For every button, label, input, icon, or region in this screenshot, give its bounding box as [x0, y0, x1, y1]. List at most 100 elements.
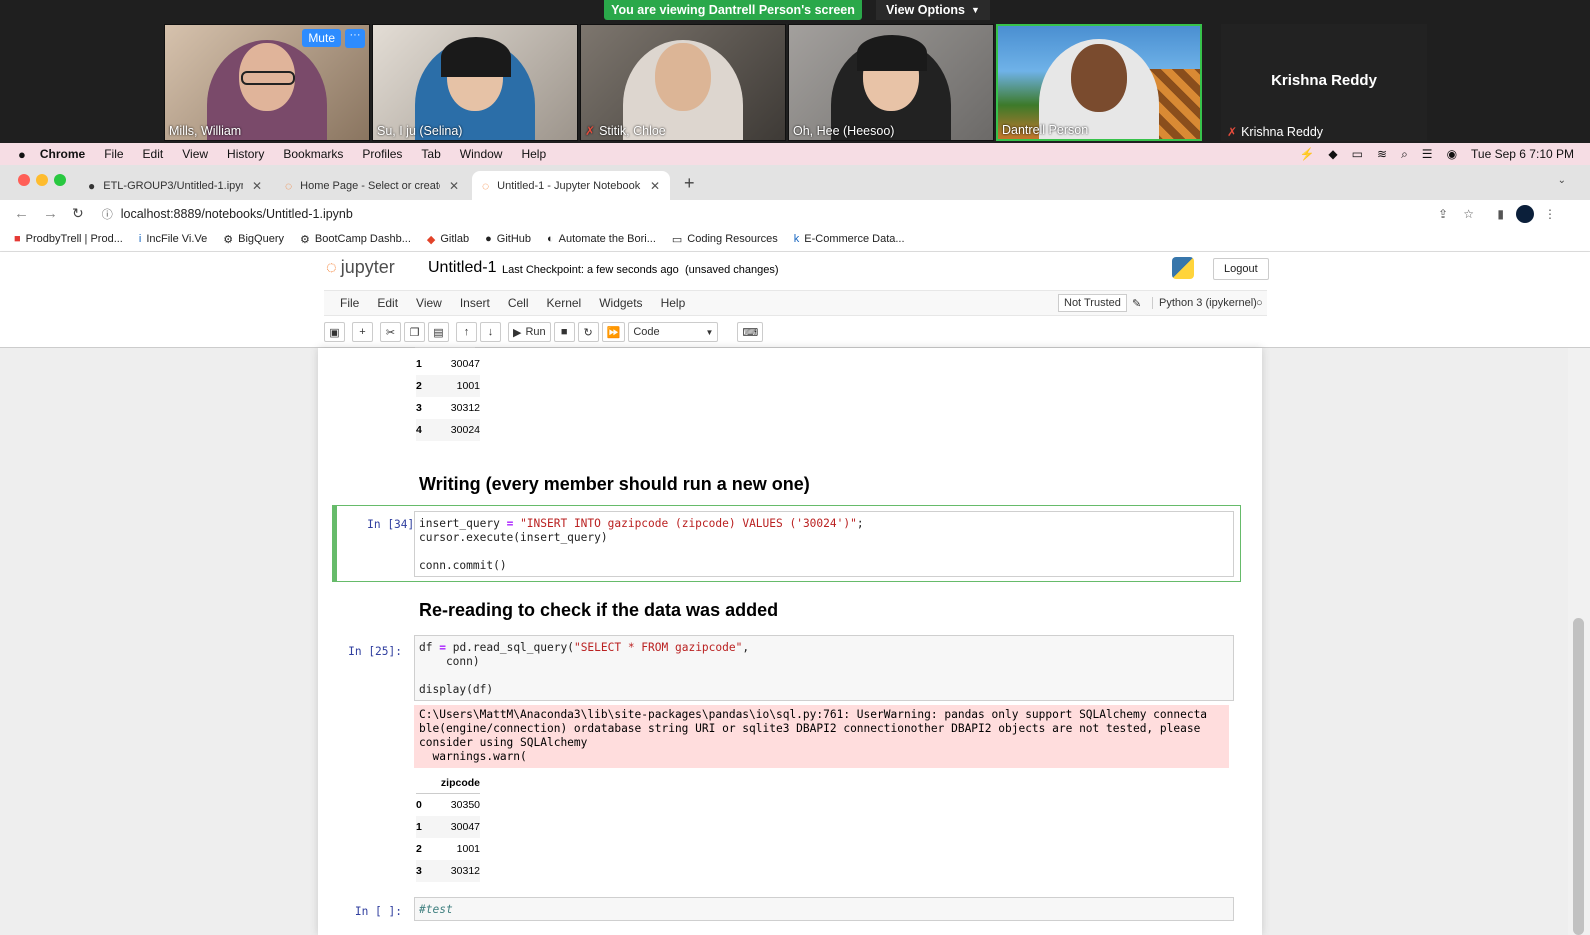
close-tab-icon[interactable]: ✕: [252, 179, 262, 193]
participant-display-name: Krishna Reddy: [1271, 72, 1377, 89]
menu-tab[interactable]: Tab: [421, 147, 440, 161]
participant-name: Oh, Hee (Heesoo): [793, 124, 895, 138]
control-center-icon[interactable]: ☰: [1422, 147, 1433, 161]
browser-tab[interactable]: ● ETL-GROUP3/Untitled-1.ipynb ✕: [78, 171, 272, 200]
jp-menu-file[interactable]: File: [324, 296, 368, 310]
not-trusted-button[interactable]: Not Trusted: [1058, 294, 1127, 312]
jp-menu-insert[interactable]: Insert: [451, 296, 499, 310]
wifi-icon[interactable]: ≋: [1377, 147, 1387, 161]
browser-tab[interactable]: ◌ Home Page - Select or create ✕: [275, 171, 469, 200]
insert-cell-icon[interactable]: +: [352, 322, 373, 342]
jp-menu-help[interactable]: Help: [652, 296, 695, 310]
sidepanel-icon[interactable]: ▮: [1497, 207, 1504, 221]
view-options-button[interactable]: View Options ▼: [876, 0, 990, 20]
restart-icon[interactable]: ↻: [577, 322, 599, 342]
maximize-window-icon[interactable]: [54, 174, 66, 186]
url-bar[interactable]: localhost:8889/notebooks/Untitled-1.ipyn…: [121, 207, 353, 221]
paste-icon[interactable]: ▤: [428, 322, 449, 342]
site-info-icon[interactable]: ⓘ: [102, 206, 113, 222]
bookmark-item[interactable]: ■ ProdbyTrell | Prod...: [14, 233, 123, 245]
forward-icon[interactable]: →: [43, 205, 58, 222]
menu-profiles[interactable]: Profiles: [362, 147, 402, 161]
apple-icon[interactable]: ●: [18, 147, 26, 162]
menu-file[interactable]: File: [104, 147, 123, 161]
close-window-icon[interactable]: [18, 174, 30, 186]
jp-menu-view[interactable]: View: [407, 296, 451, 310]
interrupt-icon[interactable]: ■: [553, 322, 575, 342]
participant-name: ✗ Krishna Reddy: [1227, 125, 1324, 139]
participant-video-william[interactable]: Mute ··· Mills, William: [164, 24, 370, 141]
tab-search-icon[interactable]: ⌄: [1558, 175, 1566, 186]
menu-help[interactable]: Help: [521, 147, 546, 161]
copy-icon[interactable]: ❐: [404, 322, 425, 342]
menu-window[interactable]: Window: [460, 147, 503, 161]
app-status-icon[interactable]: ◆: [1328, 147, 1337, 161]
keyboard-icon[interactable]: ⌨: [737, 322, 764, 342]
lightning-icon[interactable]: ⚡: [1299, 147, 1314, 161]
bigquery-icon: ⚙: [223, 233, 234, 246]
menu-app-chrome[interactable]: Chrome: [40, 147, 85, 161]
participant-video-chloe[interactable]: ✗ Stitik, Chloe: [580, 24, 786, 141]
table-row: 1 30047: [416, 816, 480, 838]
bookmark-item[interactable]: ◐ Automate the Bori...: [547, 233, 656, 245]
chevron-down-icon: ▼: [705, 327, 714, 337]
run-button[interactable]: ▶ Run: [508, 322, 551, 342]
notebook-title[interactable]: Untitled-1: [428, 259, 496, 277]
logout-button[interactable]: Logout: [1213, 258, 1269, 280]
chrome-menu-icon[interactable]: ⋮: [1544, 207, 1556, 221]
participant-video-heesoo[interactable]: Oh, Hee (Heesoo): [788, 24, 994, 141]
cell-type-select[interactable]: Code ▼: [628, 322, 719, 342]
participant-video-dantrell[interactable]: Dantrell Person: [996, 24, 1202, 141]
menu-bookmarks[interactable]: Bookmarks: [283, 147, 343, 161]
jp-menu-kernel[interactable]: Kernel: [538, 296, 591, 310]
table-row: 3 30312: [416, 402, 480, 414]
close-tab-icon[interactable]: ✕: [650, 179, 660, 193]
menu-edit[interactable]: Edit: [143, 147, 164, 161]
scrollbar-thumb[interactable]: [1573, 618, 1584, 935]
mute-participant-button[interactable]: Mute: [302, 29, 341, 47]
reload-icon[interactable]: ↻: [72, 205, 84, 222]
page-scrollbar[interactable]: [1568, 348, 1590, 935]
menubar-clock[interactable]: Tue Sep 6 7:10 PM: [1471, 147, 1574, 161]
menu-view[interactable]: View: [182, 147, 208, 161]
move-up-icon[interactable]: ↑: [456, 322, 477, 342]
bookmark-folder[interactable]: ▭ Coding Resources: [672, 233, 778, 246]
share-icon[interactable]: ⇪: [1438, 207, 1448, 221]
bookmark-item[interactable]: ⚙ BootCamp Dashb...: [300, 233, 411, 246]
bookmark-item[interactable]: ◆ Gitlab: [427, 233, 469, 246]
bookmark-star-icon[interactable]: ☆: [1463, 207, 1474, 221]
kernel-name[interactable]: Python 3 (ipykernel): [1152, 297, 1257, 309]
bookmark-item[interactable]: ● GitHub: [485, 233, 531, 245]
bookmark-item[interactable]: i IncFile Vi.Ve: [139, 233, 207, 245]
minimize-window-icon[interactable]: [36, 174, 48, 186]
jupyter-logo[interactable]: ◌ jupyter: [326, 257, 395, 278]
participant-tile-krishna[interactable]: Krishna Reddy ✗ Krishna Reddy: [1221, 24, 1427, 141]
jp-menu-widgets[interactable]: Widgets: [590, 296, 651, 310]
jp-menu-cell[interactable]: Cell: [499, 296, 538, 310]
participant-video-selina[interactable]: Su, I ju (Selina): [372, 24, 578, 141]
menu-history[interactable]: History: [227, 147, 264, 161]
move-down-icon[interactable]: ↓: [480, 322, 501, 342]
siri-icon[interactable]: ◉: [1447, 147, 1457, 161]
battery-icon[interactable]: ▭: [1352, 147, 1363, 161]
save-icon[interactable]: ▣: [324, 322, 345, 342]
new-tab-icon[interactable]: +: [684, 173, 695, 194]
code-editor[interactable]: df = pd.read_sql_query("SELECT * FROM ga…: [414, 635, 1234, 701]
cut-icon[interactable]: ✂: [380, 322, 401, 342]
code-editor[interactable]: insert_query = "INSERT INTO gazipcode (z…: [414, 511, 1234, 577]
close-tab-icon[interactable]: ✕: [449, 179, 459, 193]
bookmarks-bar: ■ ProdbyTrell | Prod... i IncFile Vi.Ve ⚙ B…: [0, 227, 1590, 252]
code-cell-selected[interactable]: In [34]: insert_query = "INSERT INTO gaz…: [332, 505, 1241, 582]
browser-tab-active[interactable]: ◌ Untitled-1 - Jupyter Notebook ✕: [472, 171, 670, 200]
avatar[interactable]: [1516, 204, 1534, 223]
dataframe-output-top: 1 30047 2 1001 3 30312 4 30024: [416, 353, 480, 441]
bookmark-item[interactable]: ⚙ BigQuery: [223, 233, 284, 246]
back-icon[interactable]: ←: [14, 205, 29, 222]
jp-menu-edit[interactable]: Edit: [368, 296, 407, 310]
more-options-button[interactable]: ···: [345, 29, 365, 48]
spotlight-search-icon[interactable]: ⌕: [1401, 147, 1408, 162]
restart-run-all-icon[interactable]: ⏩: [601, 322, 626, 342]
bookmark-item[interactable]: k E-Commerce Data...: [794, 233, 905, 245]
code-editor[interactable]: #test: [414, 897, 1234, 921]
edit-pencil-icon[interactable]: ✎: [1132, 297, 1141, 310]
